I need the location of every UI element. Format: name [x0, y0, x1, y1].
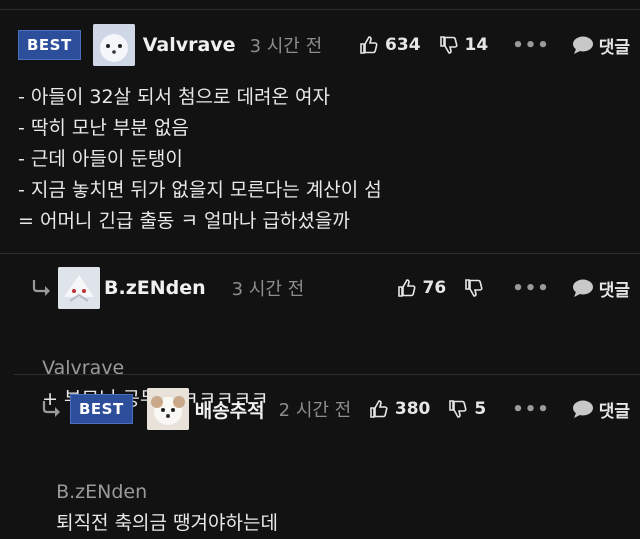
speech-bubble-icon	[572, 36, 593, 54]
reply-label: 댓글	[598, 37, 630, 58]
thumbs-down-icon	[449, 400, 467, 418]
reply-button[interactable]: 댓글	[572, 33, 630, 58]
timestamp: 3 시간 전	[231, 279, 305, 300]
comment-header: BEST Valvrave 3 시간 전 634 14 ••• 댓글	[18, 22, 630, 68]
like-count: 634	[385, 35, 421, 55]
mention[interactable]: B.zENden	[56, 481, 147, 503]
speech-bubble-icon	[572, 400, 593, 418]
comment-line: - 딱히 모난 부분 없음	[18, 117, 189, 139]
best-badge: BEST	[18, 30, 81, 60]
like-count: 380	[394, 399, 431, 419]
reply-label: 댓글	[598, 280, 630, 301]
dislike-button[interactable]	[464, 278, 484, 298]
divider	[14, 374, 640, 375]
speech-bubble-icon	[572, 279, 593, 297]
comment-body: - 아들이 32살 되서 첨으로 데려온 여자 - 딱히 모난 부분 없음 - …	[18, 82, 382, 237]
dislike-button[interactable]: 14	[439, 35, 489, 55]
reply-header: B.zENden 3 시간 전 76 ••• 댓글	[30, 265, 630, 311]
reply-arrow-icon	[32, 280, 50, 296]
thumbs-up-icon	[370, 400, 388, 418]
like-button[interactable]: 380	[369, 399, 431, 419]
reply-text: 퇴직전 축의금 땡겨야하는데	[56, 512, 278, 534]
reply-header: BEST 배송추적 2 시간 전 380 5 ••• 댓글	[40, 386, 630, 432]
top-divider	[0, 9, 640, 10]
thumbs-down-icon	[439, 36, 458, 54]
mention[interactable]: Valvrave	[42, 357, 124, 379]
author-nickname[interactable]: 배송추적	[195, 396, 265, 423]
comment-line: - 아들이 32살 되서 첨으로 데려온 여자	[18, 86, 330, 108]
avatar[interactable]	[146, 388, 189, 430]
thumbs-up-icon	[360, 36, 378, 54]
reply-button[interactable]: 댓글	[572, 276, 630, 301]
like-button[interactable]: 634	[359, 35, 421, 55]
thumbs-down-icon	[465, 279, 483, 297]
more-dots-icon[interactable]: •••	[512, 399, 550, 420]
dislike-button[interactable]: 5	[448, 399, 486, 419]
thumbs-up-icon	[397, 279, 416, 297]
comment-line: - 지금 놓치면 뒤가 없을지 모른다는 계산이 섬	[18, 179, 382, 201]
author-nickname[interactable]: Valvrave	[143, 34, 236, 56]
like-button[interactable]: 76	[397, 278, 447, 298]
timestamp: 3 시간 전	[249, 36, 323, 57]
more-dots-icon[interactable]: •••	[512, 35, 550, 56]
comment-line: = 어머니 긴급 출동 ㅋ 얼마나 급하셨을까	[18, 210, 350, 232]
reply-body: B.zENden 퇴직전 축의금 땡겨야하는데	[44, 446, 278, 539]
reply-label: 댓글	[598, 401, 630, 422]
avatar[interactable]	[92, 24, 135, 66]
dislike-count: 5	[474, 399, 487, 419]
reply-arrow-icon	[42, 401, 60, 417]
best-badge: BEST	[70, 394, 133, 424]
divider	[0, 253, 640, 254]
author-nickname[interactable]: B.zENden	[104, 277, 206, 299]
comment-line: - 근데 아들이 둔탱이	[18, 148, 183, 170]
like-count: 76	[422, 278, 447, 298]
avatar[interactable]	[58, 267, 100, 309]
more-dots-icon[interactable]: •••	[512, 278, 550, 299]
reply-button[interactable]: 댓글	[572, 397, 630, 422]
dislike-count: 14	[464, 35, 489, 55]
timestamp: 2 시간 전	[278, 400, 352, 421]
